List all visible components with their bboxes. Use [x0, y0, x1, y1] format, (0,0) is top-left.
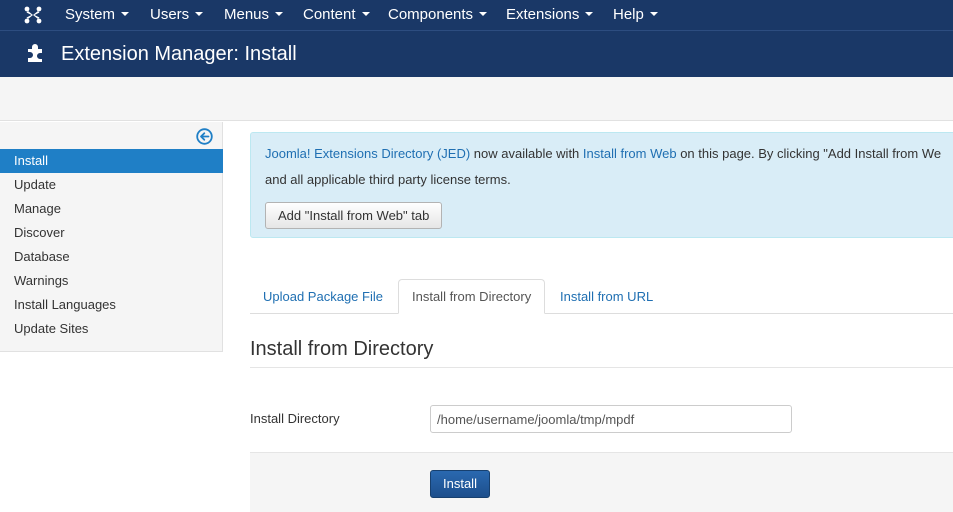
tab-install-from-url[interactable]: Install from URL	[547, 279, 666, 314]
section-divider	[250, 367, 953, 368]
caret-down-icon	[479, 12, 488, 17]
caret-down-icon	[361, 12, 370, 17]
toolbar	[0, 77, 953, 121]
nav-system[interactable]: System	[65, 0, 130, 30]
install-from-web-link[interactable]: Install from Web	[583, 146, 677, 161]
top-navbar: System Users Menus Content Components Ex…	[0, 0, 953, 30]
arrow-left-circle-icon[interactable]	[196, 128, 213, 145]
puzzle-piece-icon	[28, 44, 42, 62]
sidebar-item-warnings[interactable]: Warnings	[0, 269, 223, 293]
page-title: Extension Manager: Install	[61, 43, 297, 65]
alert-text-mid: now available with	[470, 146, 583, 161]
jed-link[interactable]: Joomla! Extensions Directory (JED)	[265, 146, 470, 161]
sidebar-item-install-languages[interactable]: Install Languages	[0, 293, 223, 317]
sidebar-item-discover[interactable]: Discover	[0, 221, 223, 245]
sidebar-item-update-sites[interactable]: Update Sites	[0, 317, 223, 341]
nav-extensions[interactable]: Extensions	[506, 0, 594, 30]
add-install-from-web-button[interactable]: Add "Install from Web" tab	[265, 202, 443, 229]
install-button[interactable]: Install	[430, 470, 490, 498]
caret-down-icon	[195, 12, 204, 17]
nav-content[interactable]: Content	[303, 0, 370, 30]
nav-users[interactable]: Users	[150, 0, 204, 30]
caret-down-icon	[121, 12, 130, 17]
caret-down-icon	[275, 12, 284, 17]
tab-install-from-directory[interactable]: Install from Directory	[398, 279, 546, 314]
joomla-logo-icon[interactable]	[24, 6, 42, 24]
alert-message-line2: and all applicable third party license t…	[265, 172, 511, 187]
alert-text-end: on this page. By clicking "Add Install f…	[676, 146, 942, 161]
section-title: Install from Directory	[250, 338, 434, 360]
tab-upload-package-file[interactable]: Upload Package File	[250, 279, 396, 314]
nav-menus[interactable]: Menus	[224, 0, 284, 30]
sidebar-item-update[interactable]: Update	[0, 173, 223, 197]
sidebar-item-install[interactable]: Install	[0, 149, 223, 173]
form-actions: Install	[250, 452, 953, 512]
sidebar-item-database[interactable]: Database	[0, 245, 223, 269]
page-header: Extension Manager: Install	[0, 30, 953, 77]
sidebar-item-manage[interactable]: Manage	[0, 197, 223, 221]
caret-down-icon	[649, 12, 658, 17]
caret-down-icon	[585, 12, 594, 17]
jed-info-alert: Joomla! Extensions Directory (JED) now a…	[250, 132, 953, 238]
nav-help[interactable]: Help	[613, 0, 658, 30]
install-directory-label: Install Directory	[250, 411, 340, 426]
nav-components[interactable]: Components	[388, 0, 488, 30]
sidebar: Install Update Manage Discover Database …	[0, 122, 223, 352]
install-directory-input[interactable]	[430, 405, 792, 433]
alert-message: Joomla! Extensions Directory (JED) now a…	[265, 144, 941, 164]
